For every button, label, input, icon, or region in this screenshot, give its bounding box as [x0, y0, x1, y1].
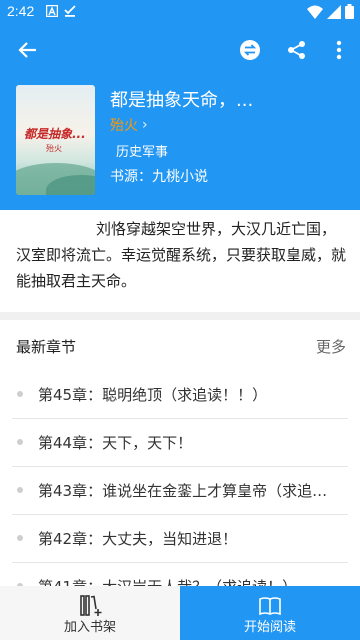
book-cover[interactable]: 都是抽象... 殆火 — [16, 85, 95, 195]
category-tag: 历史军事 — [116, 145, 169, 160]
book-source[interactable]: 书源：九桃小说 — [110, 166, 208, 186]
add-to-shelf-label: 加入书架 — [63, 620, 116, 635]
bullet-icon — [17, 535, 23, 541]
bottom-action-bar: 加入书架 开始阅读 — [0, 586, 360, 640]
chapter-item[interactable]: 第44章：天下，天下！ — [12, 418, 348, 467]
back-arrow-icon — [18, 42, 36, 58]
chapter-title: 第44章：天下，天下！ — [38, 434, 193, 452]
status-bar: 2:42 — [0, 0, 360, 24]
chapter-title: 第42章：大丈夫，当知进退！ — [38, 530, 238, 548]
wifi-icon — [307, 5, 323, 19]
chevron-right-icon: › — [142, 117, 148, 133]
chapter-item[interactable]: 第43章：谁说坐在金銮上才算皇帝（求追读！！） — [12, 466, 348, 515]
share-button[interactable] — [283, 36, 311, 64]
chapter-title: 第43章：谁说坐在金銮上才算皇帝（求追读！！） — [38, 482, 342, 500]
latest-chapters-label: 最新章节 — [16, 338, 77, 356]
battery-icon — [345, 4, 354, 19]
chapter-item[interactable]: 第45章：聪明绝顶（求追读！！） — [12, 370, 348, 419]
change-source-icon — [240, 40, 260, 60]
notification-download-icon — [64, 5, 76, 17]
bookshelf-add-icon — [80, 595, 102, 616]
bullet-icon — [17, 487, 23, 493]
section-divider — [0, 312, 360, 320]
status-notification-icons — [46, 5, 76, 17]
more-options-button[interactable] — [325, 36, 353, 64]
change-source-button[interactable] — [236, 36, 264, 64]
book-title: 都是抽象天命，... — [110, 90, 254, 111]
share-icon — [288, 41, 305, 59]
back-button[interactable] — [14, 36, 42, 64]
cover-title: 都是抽象... — [24, 127, 86, 141]
book-intro: 刘恪穿越架空世界，大汉几近亡国，汉室即将流亡。幸运觉醒系统，只要获取皇威，就能抽… — [16, 220, 347, 290]
chapter-title: 第45章：聪明绝顶（求追读！！） — [38, 386, 268, 404]
chapters-header: 最新章节 更多 — [0, 322, 360, 368]
book-header: 都是抽象... 殆火 都是抽象天命，... 殆火 › 历史军事 书源：九桃小说 — [0, 76, 360, 210]
author-link[interactable]: 殆火 › — [110, 115, 148, 135]
toolbar — [0, 24, 360, 76]
signal-icon — [327, 4, 341, 19]
more-vert-icon — [336, 40, 342, 60]
status-system-icons — [307, 4, 354, 19]
start-reading-button[interactable]: 开始阅读 — [180, 586, 360, 640]
author-name: 殆火 — [110, 118, 138, 134]
cover-author: 殆火 — [46, 144, 62, 153]
start-reading-label: 开始阅读 — [243, 620, 296, 635]
open-book-icon — [259, 597, 281, 616]
notification-a-icon — [46, 5, 58, 17]
status-time: 2:42 — [7, 3, 35, 19]
bullet-icon — [17, 439, 23, 445]
add-to-shelf-button[interactable]: 加入书架 — [0, 586, 180, 640]
bullet-icon — [17, 391, 23, 397]
more-chapters-link[interactable]: 更多 — [316, 336, 346, 357]
chapter-item[interactable]: 第42章：大丈夫，当知进退！ — [12, 514, 348, 563]
